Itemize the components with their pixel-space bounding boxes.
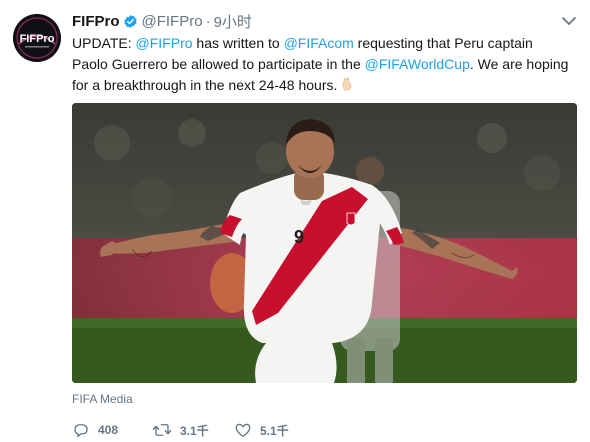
reply-count: 408 — [98, 423, 119, 437]
tweet-actions: 408 3.1千 5.1千 — [72, 420, 314, 440]
crossed-fingers-emoji-icon — [340, 76, 354, 91]
caret-down-icon[interactable] — [561, 16, 577, 26]
like-count: 5.1千 — [260, 423, 289, 438]
retweet-icon — [152, 424, 172, 436]
verified-badge-icon — [123, 14, 138, 29]
fifpro-logo-icon: FIFPro — [13, 14, 61, 62]
reply-button[interactable]: 408 — [72, 421, 152, 439]
retweet-count: 3.1千 — [180, 423, 209, 438]
jersey-number: 9 — [294, 227, 304, 247]
tweet-text-segment: has written to — [192, 35, 284, 51]
tweet-text: UPDATE: @FIFPro has written to @FIFAcom … — [72, 33, 572, 96]
like-button[interactable]: 5.1千 — [234, 421, 314, 439]
mention-fifpro-link[interactable]: @FIFPro — [136, 35, 193, 51]
author-name[interactable]: FIFPro — [72, 13, 120, 30]
like-icon — [235, 423, 251, 438]
avatar[interactable]: FIFPro — [13, 14, 61, 62]
tweet-header: FIFPro @FIFPro · 9小时 — [72, 11, 252, 31]
avatar-logo-text: FIFPro — [20, 33, 55, 45]
tweet-text-segment: UPDATE: — [72, 35, 136, 51]
player-celebration-photo: 9 — [72, 103, 577, 383]
author-handle[interactable]: @FIFPro — [142, 13, 203, 30]
separator-dot: · — [205, 12, 211, 30]
media-credit[interactable]: FIFA Media — [72, 392, 133, 406]
tweet: FIFPro FIFPro @FIFPro · 9小时 UPDATE: @FIF… — [0, 0, 590, 442]
mention-fifaworldcup-link[interactable]: @FIFAWorldCup — [365, 56, 470, 72]
tweet-timestamp[interactable]: 9小时 — [214, 11, 252, 32]
retweet-button[interactable]: 3.1千 — [152, 421, 234, 439]
mention-fifacom-link[interactable]: @FIFAcom — [284, 35, 354, 51]
tweet-photo[interactable]: 9 — [72, 103, 577, 383]
reply-icon — [74, 424, 88, 438]
